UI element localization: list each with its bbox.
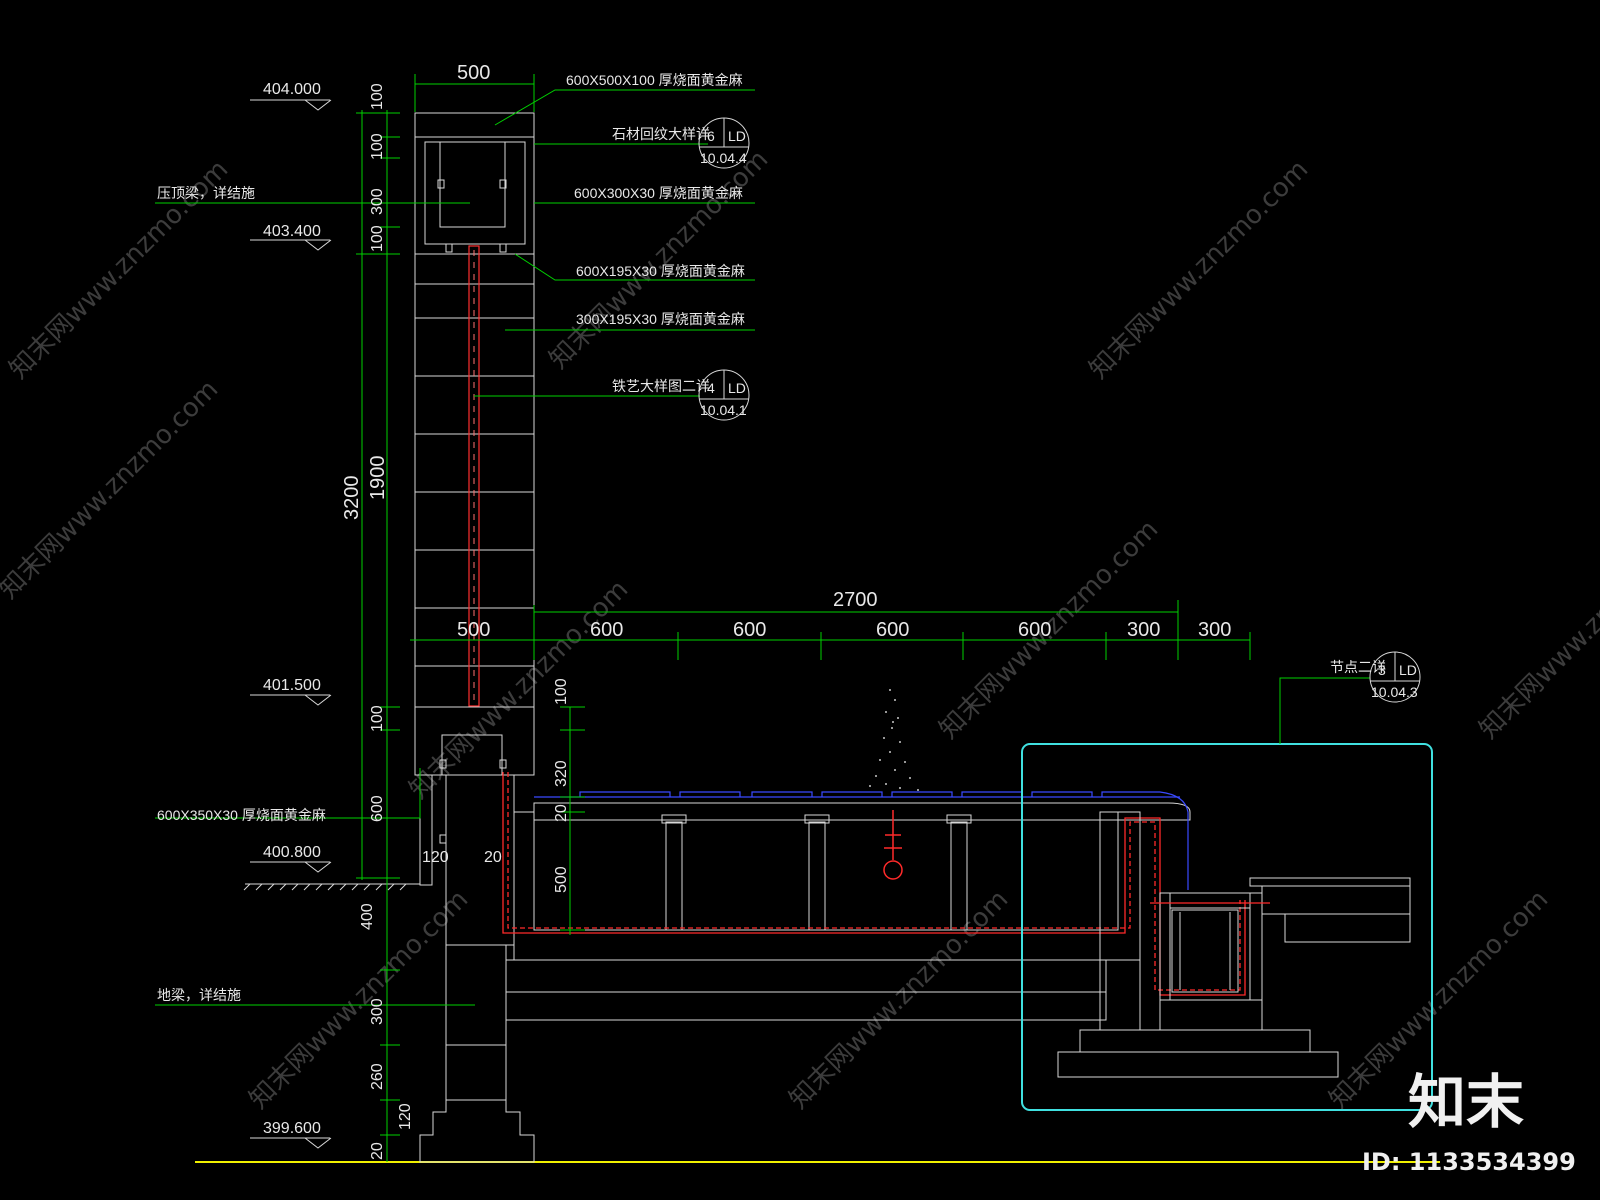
ref-code: 10.04.1 [700,402,747,418]
dim-text: 600 [369,795,386,822]
level-label: 404.000 [263,81,321,98]
dim-text: 100 [369,705,386,732]
dim-text: 400 [359,903,376,930]
material-callouts: 600X500X100 厚烧面黄金麻 石材回纹大样详 600X300X30 厚烧… [157,72,1386,1003]
dim-text: 20 [553,804,570,822]
callout-text: 300X195X30 厚烧面黄金麻 [576,311,745,327]
watermark-text: 知末网www.znzmo.com [1474,514,1600,745]
fountain-spray [869,689,919,791]
watermark-text: 知末网www.znzmo.com [0,374,224,605]
level-label: 401.500 [263,677,321,694]
level-label: 400.800 [263,844,321,861]
ref-sheet: LD [1399,662,1417,678]
cad-section-drawing: 知末网www.znzmo.com 知末网www.znzmo.com 知末网www… [0,62,1600,1176]
dim-text: 120 [397,1103,414,1130]
dim-text: 100 [369,225,386,252]
callout-text: 600X300X30 厚烧面黄金麻 [574,185,743,201]
callout-text: 600X350X30 厚烧面黄金麻 [157,807,326,823]
watermark-text: 知末网www.znzmo.com [544,144,775,375]
watermark-layer: 知末网www.znzmo.com 知末网www.znzmo.com 知末网www… [0,144,1600,1115]
level-label: 403.400 [263,223,321,240]
dim-text: 300 [1127,619,1160,641]
level-labels: 404.000 403.400 401.500 400.800 399.600 [263,81,321,1137]
watermark-text: 知末网www.znzmo.com [404,574,635,805]
watermark-text: 知末网www.znzmo.com [1084,154,1315,385]
callout-text: 铁艺大样图二详 [612,378,710,394]
dim-text: 500 [457,619,490,641]
dim-text: 600 [876,619,909,641]
ref-code: 10.04.3 [1371,684,1418,700]
callout-text: 节点二详 [1330,659,1386,675]
dim-text: 300 [369,188,386,215]
ref-code: 10.04.4 [700,150,747,166]
ref-sheet: LD [728,380,746,396]
dim-text: 120 [422,849,449,866]
dim-text: 100 [369,133,386,160]
dim-text: 320 [553,760,570,787]
dim-text: 300 [369,998,386,1025]
dim-text: 20 [369,1142,386,1160]
callout-text: 压顶梁，详结施 [157,185,255,201]
callout-text: 600X500X100 厚烧面黄金麻 [566,72,743,88]
dim-text: 500 [553,866,570,893]
watermark-text: 知末网www.znzmo.com [784,884,1015,1115]
dim-text: 100 [369,83,386,110]
dim-text: 20 [484,849,502,866]
dim-text: 3200 [341,476,363,521]
dim-text: 600 [590,619,623,641]
dim-text: 1900 [367,456,389,501]
callout-text: 600X195X30 厚烧面黄金麻 [576,263,745,279]
dim-text: 2700 [833,589,878,611]
asset-id: ID: 1133534399 [1362,1148,1576,1176]
ref-sheet: LD [728,128,746,144]
level-label: 399.600 [263,1120,321,1137]
dim-text: 300 [1198,619,1231,641]
callout-text: 石材回纹大样详 [612,126,710,142]
dim-text: 600 [1018,619,1051,641]
dimension-lines [155,74,1370,1162]
grade-hatch [243,883,407,891]
callout-text: 地梁，详结施 [157,987,241,1003]
dim-text: 100 [553,678,570,705]
brand-logo: 知末 [1408,1068,1524,1136]
dim-text: 500 [457,62,490,84]
pool-basin [502,689,1411,1078]
dim-text: 260 [369,1063,386,1090]
dim-text: 600 [733,619,766,641]
